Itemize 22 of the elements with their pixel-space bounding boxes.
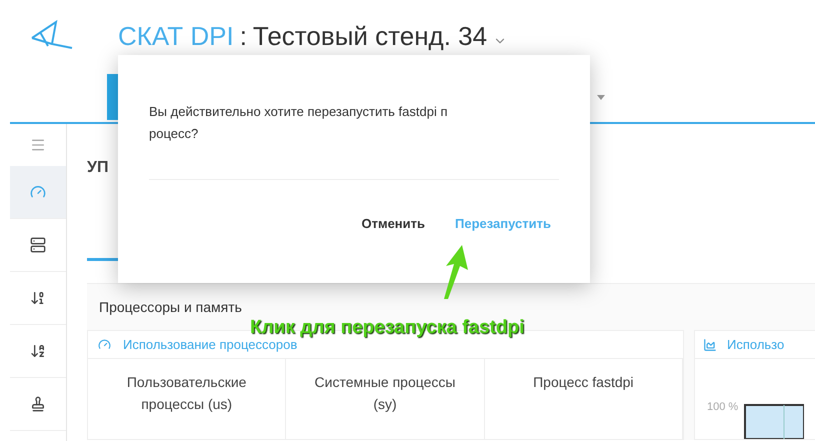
dialog-message: Вы действительно хотите перезапустить fastdpi п роцесс? (149, 103, 449, 143)
card-title: Использо (727, 336, 784, 354)
caret-icon[interactable] (597, 94, 605, 100)
page-heading: УП (87, 158, 110, 178)
brand-name: СКАТ DPI (118, 20, 234, 52)
column-header: Процесс fastdpi (484, 359, 683, 439)
area-chart-icon (703, 338, 717, 352)
title-separator: : (240, 20, 247, 52)
section-title: Процессоры и память (99, 298, 242, 317)
bird-logo-icon (30, 20, 74, 52)
column-header: Системные процессы (sy) (286, 359, 485, 439)
sort-numeric-icon (30, 290, 46, 306)
stand-name[interactable]: Тестовый стенд. 34 (252, 16, 488, 56)
cancel-button[interactable]: Отменить (355, 210, 432, 238)
server-icon (30, 237, 46, 253)
menu-icon[interactable] (30, 137, 46, 153)
sort-alpha-icon (30, 343, 46, 359)
axis-tick-label: 100 % (707, 400, 738, 415)
stamp-icon (30, 396, 46, 412)
gauge-icon (98, 338, 111, 351)
gauge-icon (30, 184, 46, 200)
column-header: Пользовательские процессы (us) (88, 359, 286, 439)
